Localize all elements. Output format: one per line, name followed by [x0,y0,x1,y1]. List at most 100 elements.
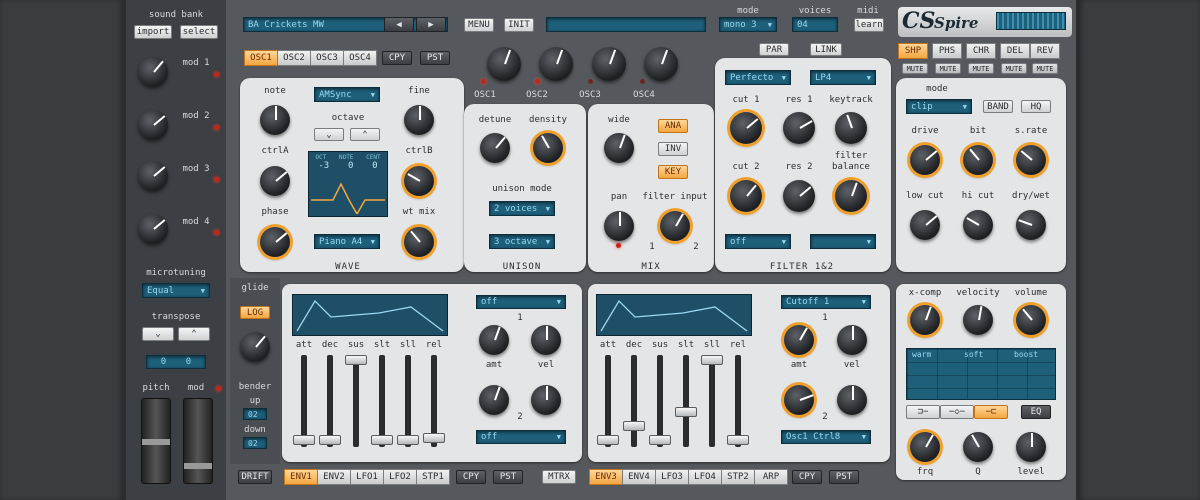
env-left-dest1-display[interactable]: off ▼ [476,295,566,309]
fx-tab-phs[interactable]: PHS [932,43,962,59]
tab-env3[interactable]: ENV3 [589,469,623,485]
matrix-button[interactable]: MTRX [542,470,576,484]
ctrlb-knob[interactable] [404,166,434,196]
transpose-up-button[interactable]: ⌃ [178,327,210,341]
volume-knob[interactable] [1016,305,1046,335]
env-right-vel1-knob[interactable] [837,325,867,355]
env-right-sus-slider[interactable] [657,355,663,447]
ctrla-knob[interactable] [260,166,290,196]
osc-type-display[interactable]: AMSync ▼ [314,87,380,102]
link-button[interactable]: LINK [810,43,842,56]
mod-wheel[interactable] [183,398,213,484]
env-left-copy-button[interactable]: CPY [456,470,486,484]
mute-rev-button[interactable]: MUTE [1032,63,1058,74]
preset-next-button[interactable]: ▶ [416,17,446,32]
mod1-knob[interactable] [138,57,168,87]
tab-lfo2[interactable]: LFO2 [383,469,417,485]
env-left-amt2-knob[interactable] [479,385,509,415]
res2-knob[interactable] [783,180,815,212]
frq-knob[interactable] [910,432,940,462]
env-right-copy-button[interactable]: CPY [792,470,822,484]
mute-shp-button[interactable]: MUTE [902,63,928,74]
env-left-amt1-knob[interactable] [479,325,509,355]
env-left-paste-button[interactable]: PST [493,470,523,484]
octave-up-button[interactable]: ⌃ [350,128,380,141]
env-left-slt-slider[interactable] [379,355,385,447]
osc1-level-knob[interactable] [487,47,521,81]
fx-mode-display[interactable]: clip ▼ [906,99,972,114]
eq-soft-label[interactable]: soft [964,350,983,359]
preset-prev-button[interactable]: ◀ [384,17,414,32]
drywet-knob[interactable] [1016,210,1046,240]
eq-boost-label[interactable]: boost [1014,350,1038,359]
drift-button[interactable]: DRIFT [238,470,272,484]
microtuning-display[interactable]: Equal ▼ [142,283,210,298]
fx-tab-rev[interactable]: REV [1030,43,1060,59]
wavetable-display[interactable]: Piano A4 ▼ [314,234,380,249]
tab-stp1[interactable]: STP1 [416,469,450,485]
env-left-att-slider[interactable] [301,355,307,447]
par-button[interactable]: PAR [759,43,789,56]
env-left-vel1-knob[interactable] [531,325,561,355]
env-right-dec-slider[interactable] [631,355,637,447]
mod4-knob[interactable] [138,214,168,244]
env-right-att-handle[interactable] [597,435,619,445]
res1-knob[interactable] [783,112,815,144]
bit-knob[interactable] [963,145,993,175]
mute-del-button[interactable]: MUTE [1001,63,1027,74]
env-right-rel-slider[interactable] [735,355,741,447]
filter-mod1-display[interactable]: off ▼ [725,234,791,249]
unison-octave-display[interactable]: 3 octave ▼ [489,234,555,249]
mode-display[interactable]: mono 3 ▼ [719,17,777,32]
tab-osc2[interactable]: OSC2 [277,50,311,66]
env-left-dec-handle[interactable] [319,435,341,445]
cut1-knob[interactable] [730,112,762,144]
glide-knob[interactable] [240,332,270,362]
env-left-dec-slider[interactable] [327,355,333,447]
hicut-knob[interactable] [963,210,993,240]
tab-osc4[interactable]: OSC4 [343,50,377,66]
filter-balance-knob[interactable] [835,180,867,212]
env-right-att-slider[interactable] [605,355,611,447]
fx-tab-chr[interactable]: CHR [966,43,996,59]
velocity-knob[interactable] [963,305,993,335]
env-right-dest2-display[interactable]: Osc1 Ctrl8 ▼ [781,430,871,444]
env-right-amt2-knob[interactable] [784,385,814,415]
voices-display[interactable]: 04 [792,17,838,32]
env-right-slt-slider[interactable] [683,355,689,447]
osc-paste-button[interactable]: PST [420,51,450,65]
env-right-paste-button[interactable]: PST [829,470,859,484]
env-left-sll-slider[interactable] [405,355,411,447]
env-left-rel-handle[interactable] [423,433,445,443]
cut2-knob[interactable] [730,180,762,212]
tab-lfo4[interactable]: LFO4 [688,469,722,485]
tab-env2[interactable]: ENV2 [317,469,351,485]
tab-lfo1[interactable]: LFO1 [350,469,384,485]
osc4-level-knob[interactable] [644,47,678,81]
ana-button[interactable]: ANA [658,119,688,133]
xcomp-knob[interactable] [910,305,940,335]
filter-mod2-display[interactable]: ▼ [810,234,876,249]
env-left-sus-slider[interactable] [353,355,359,447]
lowcut-knob[interactable] [910,210,940,240]
transpose-down-button[interactable]: ⌄ [142,327,174,341]
filter1-type-display[interactable]: Perfecto ▼ [725,70,791,85]
learn-button[interactable]: learn [854,18,884,32]
fine-knob[interactable] [404,105,434,135]
osc3-level-knob[interactable] [592,47,626,81]
fx-tab-shp[interactable]: SHP [898,43,928,59]
keytrack-knob[interactable] [835,112,867,144]
drive-knob[interactable] [910,145,940,175]
select-button[interactable]: select [180,25,218,39]
band-button[interactable]: BAND [983,100,1013,113]
bender-up-display[interactable]: 02 [243,408,267,420]
menu-button[interactable]: MENU [464,18,494,32]
phase-knob[interactable] [260,227,290,257]
init-button[interactable]: INIT [504,18,534,32]
eq-warm-label[interactable]: warm [912,350,931,359]
bender-down-display[interactable]: 02 [243,437,267,449]
eq-peak-button[interactable]: −◇− [940,405,974,419]
eq-lowshelf-button[interactable]: ⊐− [906,405,940,419]
env-right-sus-handle[interactable] [649,435,671,445]
tab-arp[interactable]: ARP [754,469,788,485]
